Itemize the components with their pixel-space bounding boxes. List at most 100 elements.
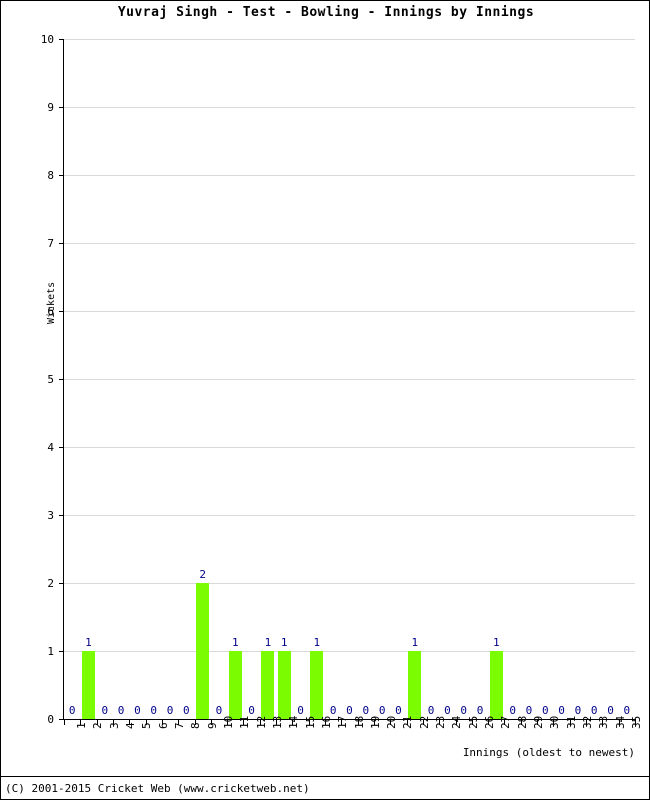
- bar-value-label: 0: [623, 704, 631, 717]
- bar-value-label: 0: [362, 704, 370, 717]
- copyright-notice: (C) 2001-2015 Cricket Web (www.cricketwe…: [5, 782, 310, 795]
- bar-value-label: 0: [68, 704, 76, 717]
- x-tick-label: 17: [336, 715, 350, 729]
- x-tick-label: 27: [499, 715, 513, 729]
- gridline: [64, 447, 635, 448]
- y-tick-mark: [59, 583, 64, 584]
- bar-value-label: 0: [476, 704, 484, 717]
- bar-value-label: 1: [280, 636, 288, 649]
- y-tick-label: 5: [47, 373, 54, 386]
- bar-value-label: 0: [444, 704, 451, 717]
- x-tick-mark: [64, 720, 65, 725]
- x-tick-label: 32: [580, 715, 594, 729]
- bar-value-label: 1: [231, 636, 239, 649]
- bar-value-label: 1: [313, 636, 321, 649]
- y-tick-label: 2: [47, 577, 54, 590]
- x-tick-label: 22: [417, 715, 431, 729]
- bar-value-label: 1: [493, 636, 500, 649]
- x-tick-label: 6: [156, 722, 170, 729]
- x-tick-label: 9: [205, 722, 219, 729]
- x-tick-label: 29: [531, 715, 545, 729]
- gridline: [64, 379, 635, 380]
- x-tick-label: 4: [124, 722, 138, 729]
- bar-value-label: 1: [264, 636, 272, 649]
- x-tick-label: 35: [629, 715, 643, 729]
- x-tick-label: 18: [352, 715, 366, 729]
- y-tick-label: 0: [47, 713, 54, 726]
- x-tick-label: 34: [613, 715, 627, 729]
- bar-value-label: 0: [183, 704, 190, 717]
- x-tick-label: 8: [189, 722, 203, 729]
- bar-value-label: 0: [541, 704, 549, 717]
- gridline: [64, 243, 635, 244]
- y-tick-label: 1: [47, 645, 54, 658]
- bar-value-label: 2: [199, 568, 206, 581]
- bar-value-label: 0: [395, 704, 402, 717]
- y-tick-label: 4: [47, 441, 54, 454]
- x-tick-label: 1: [75, 722, 89, 729]
- x-tick-label: 11: [238, 715, 252, 729]
- gridline: [64, 583, 635, 584]
- x-tick-label: 24: [450, 715, 464, 729]
- y-tick-label: 10: [40, 33, 54, 46]
- y-tick-label: 3: [47, 509, 54, 522]
- x-tick-label: 19: [368, 715, 382, 729]
- bar-value-label: 0: [117, 704, 125, 717]
- y-tick-mark: [59, 447, 64, 448]
- gridline: [64, 515, 635, 516]
- bar-value-label: 0: [509, 704, 516, 717]
- footer-divider: [1, 776, 649, 777]
- bar: [81, 651, 95, 719]
- x-tick-label: 26: [483, 715, 496, 729]
- x-tick-label: 14: [287, 715, 301, 729]
- x-tick-label: 15: [303, 715, 317, 729]
- bar-value-label: 0: [166, 704, 174, 717]
- bar: [408, 651, 422, 719]
- x-tick-label: 13: [270, 715, 284, 729]
- bar-value-label: 0: [574, 704, 582, 717]
- bar-value-label: 0: [134, 704, 141, 717]
- x-tick-label: 7: [173, 722, 187, 729]
- y-tick-label: 9: [47, 101, 54, 114]
- y-tick-mark: [59, 39, 64, 40]
- gridline: [64, 175, 635, 176]
- bar-value-label: 0: [607, 704, 614, 717]
- x-tick-label: 12: [254, 715, 268, 729]
- bar-value-label: 0: [346, 704, 353, 717]
- bar-value-label: 0: [525, 704, 533, 717]
- gridline: [64, 39, 635, 40]
- y-tick-mark: [59, 515, 64, 516]
- x-tick-label: 16: [319, 715, 333, 729]
- y-tick-mark: [59, 107, 64, 108]
- bar-value-label: 0: [248, 704, 255, 717]
- bar-value-label: 0: [215, 704, 223, 717]
- plot-area: Wickets 0 1 2 3 4 5 6 7 8 9 10 0100000020101101000…: [41, 34, 643, 729]
- x-tick-label: 21: [401, 715, 415, 729]
- bar-value-label: 1: [411, 636, 419, 649]
- y-tick-label: 8: [47, 169, 54, 182]
- gridline: [64, 311, 635, 312]
- bar-value-label: 0: [378, 704, 386, 717]
- bar-value-label: 0: [150, 704, 158, 717]
- x-tick-label: 5: [140, 722, 154, 729]
- x-tick-label: 30: [548, 715, 562, 729]
- bar-value-label: 0: [329, 704, 337, 717]
- x-tick-label: 3: [107, 722, 121, 729]
- x-tick-label: 20: [385, 715, 399, 729]
- chart-page: Yuvraj Singh - Test - Bowling - Innings …: [0, 0, 650, 800]
- bar-value-label: 0: [590, 704, 598, 717]
- x-tick-label: 2: [91, 722, 105, 729]
- y-tick-mark: [59, 379, 64, 380]
- bar-value-label: 1: [85, 636, 92, 649]
- y-tick-mark: [59, 651, 64, 652]
- bar: [196, 583, 210, 719]
- bar: [261, 651, 275, 719]
- y-tick-mark: [59, 243, 64, 244]
- bar-value-label: 0: [427, 704, 435, 717]
- x-axis-label: Innings (oldest to newest): [462, 746, 635, 759]
- gridline: [64, 651, 635, 652]
- bar: [277, 651, 291, 719]
- gridline: [64, 107, 635, 108]
- bar-value-label: 0: [297, 704, 304, 717]
- bar: [228, 651, 242, 719]
